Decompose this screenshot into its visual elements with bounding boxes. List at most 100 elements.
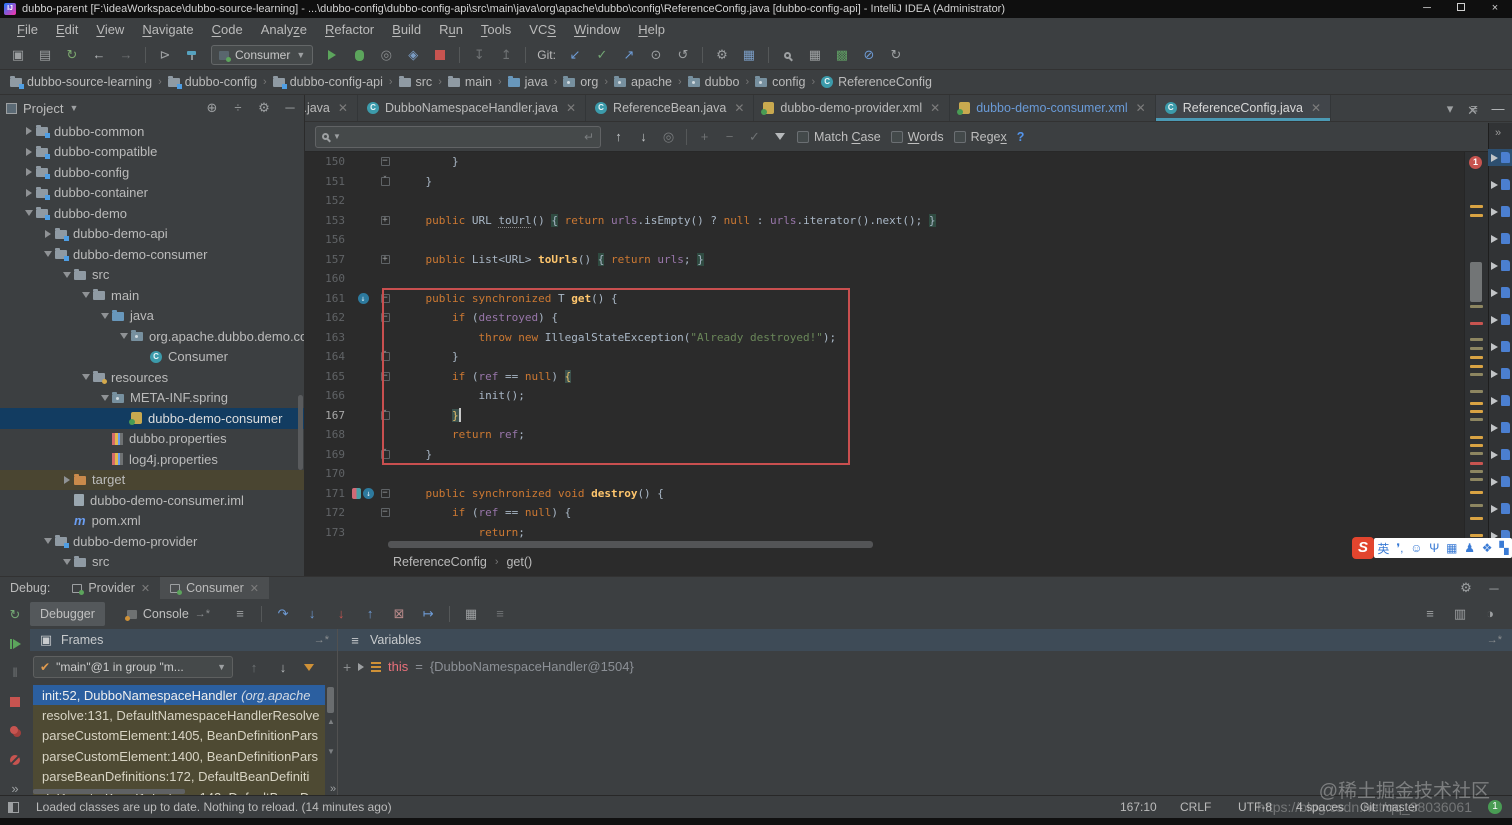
line-number[interactable]: 163 xyxy=(305,331,349,344)
stripe-mark[interactable] xyxy=(1470,470,1483,473)
close-icon[interactable]: ✕ xyxy=(1311,101,1321,115)
dropframe-icon[interactable]: ⊠ xyxy=(391,606,407,622)
tree-item-dubbo-common[interactable]: dubbo-common xyxy=(0,121,304,142)
tab-ReferenceBean.java[interactable]: ReferenceBean.java ✕ xyxy=(586,95,755,121)
search-history-chevron-icon[interactable]: ▼ xyxy=(333,132,341,141)
close-icon[interactable]: ✕ xyxy=(930,101,940,115)
fold-column[interactable]: − xyxy=(377,371,393,381)
menu-code[interactable]: Code xyxy=(203,18,252,41)
gutter-icons[interactable] xyxy=(349,292,377,304)
breadcrumb-dubbo-source-learning[interactable]: dubbo-source-learning xyxy=(10,75,152,89)
line-number[interactable]: 173 xyxy=(305,526,349,539)
line-number[interactable]: 168 xyxy=(305,428,349,441)
stripe-mark[interactable] xyxy=(1470,322,1483,325)
tree-arrow-icon[interactable] xyxy=(41,538,55,545)
breadcrumb-dubbo-config-api[interactable]: dubbo-config-api xyxy=(272,75,383,89)
line-number[interactable]: 162 xyxy=(305,311,349,324)
session-tab-consumer[interactable]: Consumer ✕ xyxy=(160,577,269,599)
save-icon[interactable]: ▤ xyxy=(37,47,53,63)
tree-item-META-INF.spring[interactable]: META-INF.spring xyxy=(0,388,304,409)
tree-arrow-icon[interactable] xyxy=(22,188,36,197)
frame-down-icon[interactable]: ↓ xyxy=(275,659,291,675)
down-wrap[interactable]: ↓ xyxy=(636,129,651,144)
tree-item-dubbo-demo-api[interactable]: dubbo-demo-api xyxy=(0,224,304,245)
line-number[interactable]: 164 xyxy=(305,350,349,363)
runto-icon[interactable]: ↦ xyxy=(420,606,436,622)
coverage-icon[interactable]: ◎ xyxy=(378,47,394,63)
stripe-mark[interactable] xyxy=(1470,205,1483,208)
fold-column[interactable]: ˇ xyxy=(377,410,393,420)
line-number[interactable]: 165 xyxy=(305,370,349,383)
tree-item-src[interactable]: src xyxy=(0,265,304,286)
playlist-row[interactable] xyxy=(1491,449,1510,460)
selcheck-icon[interactable]: ✓ xyxy=(747,129,762,145)
tree-arrow-icon[interactable] xyxy=(22,168,36,177)
ime-key[interactable]: 英 xyxy=(1377,540,1389,557)
tree-arrow-icon[interactable] xyxy=(60,475,74,484)
dash-icon[interactable]: — xyxy=(1490,101,1506,117)
frames-vscrollbar[interactable] xyxy=(327,687,334,713)
stripe-mark[interactable] xyxy=(1470,478,1483,481)
close-icon[interactable]: ✕ xyxy=(141,582,150,595)
breadcrumb-ReferenceConfig[interactable]: ReferenceConfig xyxy=(821,75,932,89)
playlist-row[interactable] xyxy=(1491,341,1510,352)
sync-icon[interactable]: ↻ xyxy=(64,47,80,63)
tree-arrow-icon[interactable] xyxy=(22,127,36,136)
stripe-mark[interactable] xyxy=(1470,452,1483,455)
hide-library-frames-icon[interactable] xyxy=(304,663,314,671)
crumb-class[interactable]: ReferenceConfig xyxy=(393,555,487,569)
fold-column[interactable]: ˇ xyxy=(377,352,393,362)
background-playlist-strip[interactable]: »田田 xyxy=(1488,123,1512,576)
ime-key[interactable]: ♟ xyxy=(1464,541,1475,555)
attach-icon[interactable]: ↧ xyxy=(471,47,487,63)
resume-icon[interactable] xyxy=(7,636,23,652)
tree-item-src[interactable]: src xyxy=(0,552,304,573)
stripe-mark[interactable] xyxy=(1470,436,1483,439)
frames-hscrollbar[interactable] xyxy=(33,789,185,794)
selminus-icon[interactable]: − xyxy=(722,129,737,145)
grid-icon[interactable]: ▦ xyxy=(807,47,823,63)
line-number[interactable]: 160 xyxy=(305,272,349,285)
stripe-scrollbar-thumb[interactable] xyxy=(1470,262,1482,302)
rollback-icon[interactable]: ↺ xyxy=(675,47,691,63)
menu-help[interactable]: Help xyxy=(629,18,674,41)
maximize-button[interactable] xyxy=(1444,0,1478,18)
gutter-icons[interactable] xyxy=(349,487,377,499)
tree-item-pom.xml[interactable]: m pom.xml xyxy=(0,511,304,532)
hide-icon[interactable]: ─ xyxy=(1486,580,1502,596)
image-icon[interactable]: ▩ xyxy=(834,47,850,63)
sogou-logo-icon[interactable]: S xyxy=(1352,537,1374,559)
update-icon[interactable]: ↙ xyxy=(567,47,583,63)
tree-arrow-icon[interactable] xyxy=(98,394,112,401)
fold-collapse-icon[interactable]: ˇ xyxy=(380,410,390,420)
open-folder-icon[interactable]: ▣ xyxy=(10,47,26,63)
menu-vcs[interactable]: VCS xyxy=(520,18,565,41)
hammer-icon[interactable] xyxy=(184,47,200,63)
regex-checkbox[interactable]: Regex xyxy=(953,130,1007,144)
tree-item-dubbo-demo-consumer[interactable]: dubbo-demo-consumer xyxy=(0,244,304,265)
close-icon[interactable]: ✕ xyxy=(250,582,259,595)
tree-arrow-icon[interactable] xyxy=(98,312,112,319)
variable-row-this[interactable]: this = {DubboNamespaceHandler@1504} xyxy=(358,659,634,674)
stripe-mark[interactable] xyxy=(1470,338,1483,341)
breadcrumb-org[interactable]: org xyxy=(563,75,598,89)
tree-item-dubbo-container[interactable]: dubbo-container xyxy=(0,183,304,204)
fold-column[interactable]: − xyxy=(377,488,393,498)
pause-icon[interactable]: ‖ xyxy=(7,665,23,681)
menu-run[interactable]: Run xyxy=(430,18,472,41)
run-window-icon[interactable]: ⊳ xyxy=(157,47,173,63)
menu-analyze[interactable]: Analyze xyxy=(252,18,316,41)
line-number[interactable]: 169 xyxy=(305,448,349,461)
frame-row[interactable]: init:52, DubboNamespaceHandler (org.apac… xyxy=(33,685,325,706)
error-count-badge[interactable]: 1 xyxy=(1469,156,1482,169)
filter-icon[interactable] xyxy=(772,129,787,145)
scroll-up-icon[interactable]: ▲ xyxy=(327,717,335,726)
downlist-icon[interactable]: ▾ xyxy=(1442,101,1458,117)
power-save-icon[interactable]: ⊘ xyxy=(861,47,877,63)
tree-arrow-icon[interactable] xyxy=(22,210,36,217)
words-checkbox[interactable]: Words xyxy=(890,130,944,144)
line-number[interactable]: 151 xyxy=(305,175,349,188)
stripe-mark[interactable] xyxy=(1470,504,1483,507)
close-icon[interactable]: ✕ xyxy=(566,101,576,115)
breadcrumb-java[interactable]: java xyxy=(507,75,548,89)
